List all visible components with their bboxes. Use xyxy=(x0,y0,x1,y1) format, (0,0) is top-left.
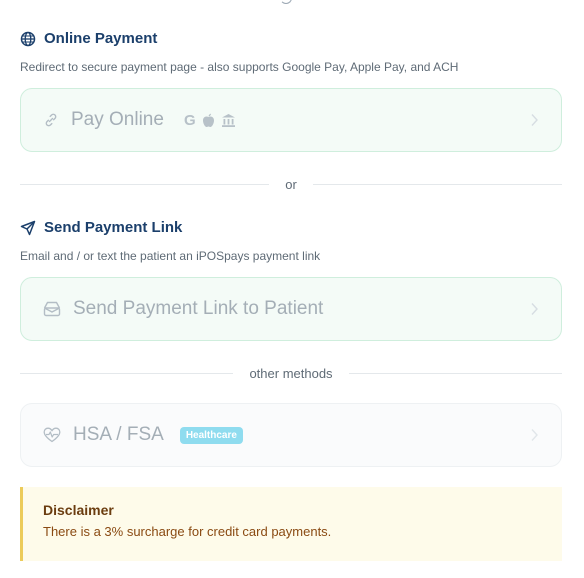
payment-options-panel: Online Payment Redirect to secure paymen… xyxy=(0,0,584,578)
payment-link-title: Send Payment Link xyxy=(44,219,183,236)
bank-icon xyxy=(221,113,236,128)
send-payment-link-label: Send Payment Link to Patient xyxy=(73,298,324,319)
healthcare-badge: Healthcare xyxy=(179,426,243,444)
other-methods-text: other methods xyxy=(249,365,333,381)
other-methods-divider: other methods xyxy=(20,365,563,381)
or-divider: or xyxy=(20,176,562,192)
pay-online-label: Pay Online xyxy=(71,109,164,130)
divider-line xyxy=(20,183,270,185)
online-payment-header: Online Payment xyxy=(20,30,157,47)
disclaimer-text: There is a 3% surcharge for credit card … xyxy=(43,524,332,539)
google-icon: G xyxy=(183,111,196,129)
online-payment-description: Redirect to secure payment page - also s… xyxy=(20,60,459,74)
divider-line xyxy=(312,183,562,185)
chevron-right-icon xyxy=(530,113,539,127)
globe-icon xyxy=(20,31,36,47)
link-icon xyxy=(43,112,59,128)
payment-brands: G xyxy=(184,112,236,129)
payment-link-header: Send Payment Link xyxy=(20,219,182,236)
chevron-right-icon xyxy=(530,428,539,442)
send-payment-link-button[interactable]: Send Payment Link to Patient xyxy=(20,277,562,341)
divider-line xyxy=(348,372,563,374)
divider-line xyxy=(20,372,234,374)
pay-online-button[interactable]: Pay Online G xyxy=(20,88,562,152)
chevron-right-icon xyxy=(530,302,539,316)
hsa-fsa-label: HSA / FSA xyxy=(73,424,164,445)
online-payment-title: Online Payment xyxy=(44,30,158,47)
apple-icon xyxy=(202,113,215,128)
heart-pulse-icon xyxy=(43,427,61,443)
disclaimer-title: Disclaimer xyxy=(43,502,114,518)
hsa-fsa-button[interactable]: HSA / FSA Healthcare xyxy=(20,403,562,467)
partial-icon xyxy=(280,0,292,4)
send-icon xyxy=(20,220,36,236)
mail-icon xyxy=(43,301,61,317)
payment-link-description: Email and / or text the patient an iPOSp… xyxy=(20,249,321,263)
or-divider-text: or xyxy=(285,176,297,192)
disclaimer-box: Disclaimer There is a 3% surcharge for c… xyxy=(20,487,562,561)
